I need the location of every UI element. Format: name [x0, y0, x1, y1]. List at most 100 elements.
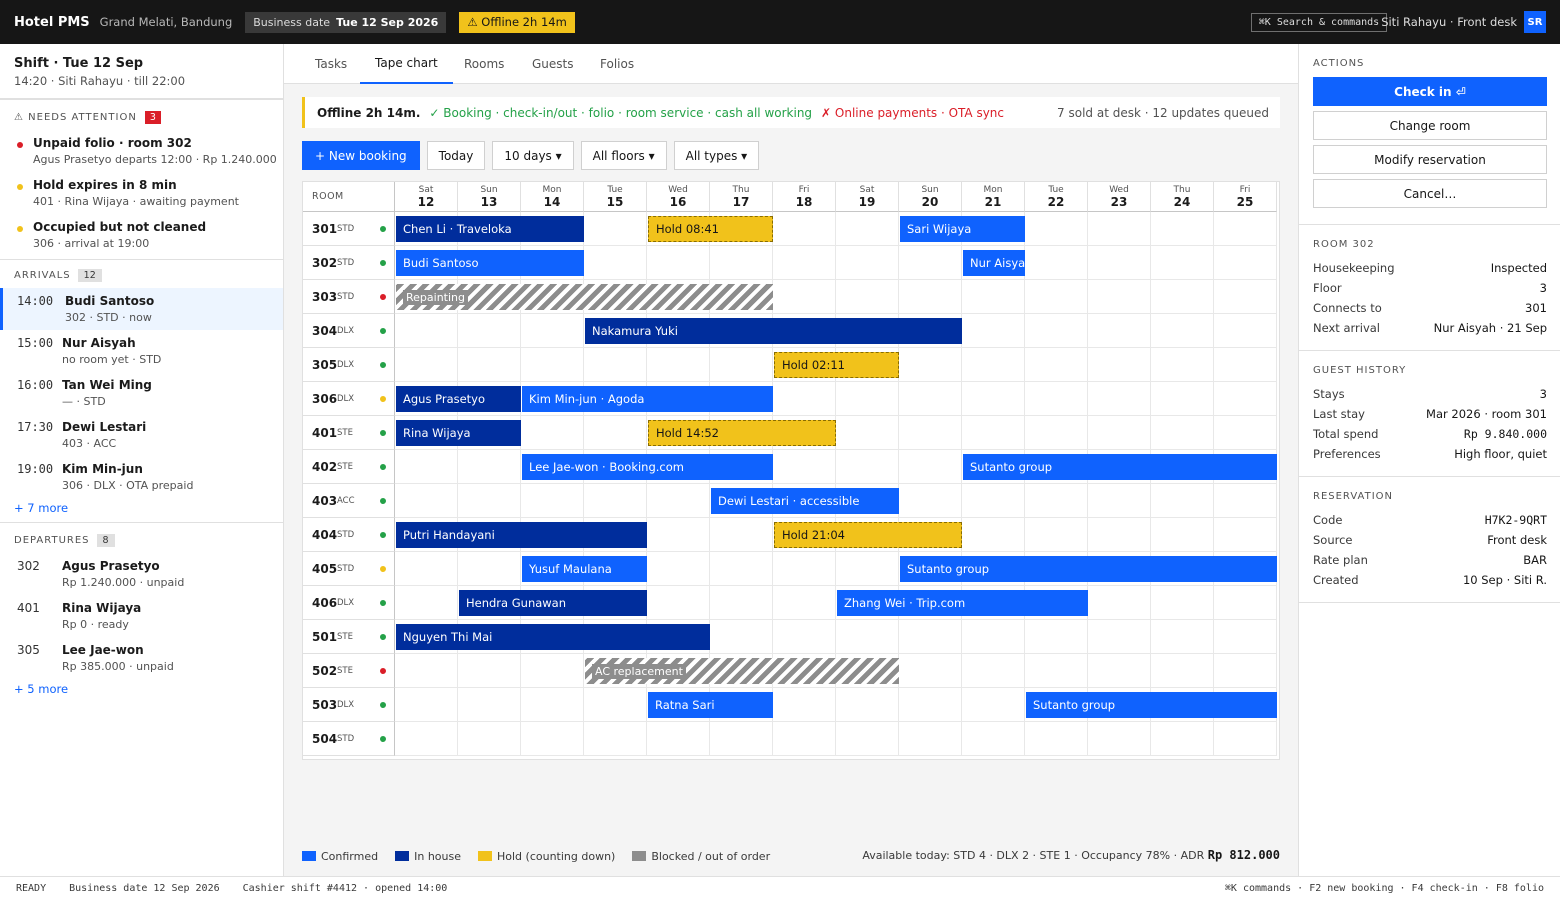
departure-item[interactable]: 401 Rina Wijaya Rp 0 · ready: [0, 595, 283, 637]
tape-cell[interactable]: [1088, 212, 1151, 246]
tape-cell[interactable]: [458, 348, 521, 382]
tape-cell[interactable]: [773, 450, 836, 484]
booking-bar-hold[interactable]: Hold 14:52: [648, 420, 836, 446]
tape-cell[interactable]: [899, 416, 962, 450]
tape-cell[interactable]: [1025, 246, 1088, 280]
room-row-header[interactable]: 301 STD: [303, 212, 395, 246]
tape-cell[interactable]: [773, 722, 836, 756]
tape-cell[interactable]: [1151, 722, 1214, 756]
tape-cell[interactable]: [899, 382, 962, 416]
command-search-button[interactable]: ⌘K Search & commands: [1251, 13, 1387, 32]
offline-status-badge[interactable]: ⚠ Offline 2h 14m: [459, 11, 575, 33]
room-row-header[interactable]: 504 STD: [303, 722, 395, 756]
tape-cell[interactable]: [710, 586, 773, 620]
tape-cell[interactable]: [1025, 654, 1088, 688]
booking-bar-inhouse[interactable]: Nguyen Thi Mai: [396, 624, 710, 650]
booking-bar-confirmed[interactable]: Sutanto group: [1026, 692, 1277, 718]
tape-cell[interactable]: [395, 654, 458, 688]
tape-cell[interactable]: [1214, 620, 1277, 654]
tape-cell[interactable]: [584, 416, 647, 450]
tape-cell[interactable]: [1151, 212, 1214, 246]
tape-cell[interactable]: [899, 620, 962, 654]
tape-cell[interactable]: [773, 246, 836, 280]
tape-cell[interactable]: [647, 246, 710, 280]
tape-cell[interactable]: [1151, 348, 1214, 382]
tape-cell[interactable]: [773, 212, 836, 246]
tape-cell[interactable]: [773, 688, 836, 722]
avatar[interactable]: SR: [1524, 11, 1546, 33]
tape-cell[interactable]: [395, 552, 458, 586]
arrival-item[interactable]: 15:00 Nur Aisyah no room yet · STD: [0, 330, 283, 372]
tape-cell[interactable]: [836, 212, 899, 246]
tape-cell[interactable]: [1151, 246, 1214, 280]
tape-cell[interactable]: [836, 722, 899, 756]
tape-cell[interactable]: [962, 416, 1025, 450]
tape-cell[interactable]: [1214, 722, 1277, 756]
tape-cell[interactable]: [1214, 280, 1277, 314]
tape-cell[interactable]: [710, 620, 773, 654]
tape-cell[interactable]: [458, 314, 521, 348]
tape-cell[interactable]: [962, 484, 1025, 518]
tape-cell[interactable]: [647, 518, 710, 552]
room-row-header[interactable]: 406 DLX: [303, 586, 395, 620]
tape-cell[interactable]: [773, 382, 836, 416]
attention-item[interactable]: Hold expires in 8 min 401 · Rina Wijaya ·…: [0, 172, 283, 214]
room-row-header[interactable]: 403 ACC: [303, 484, 395, 518]
room-row-header[interactable]: 303 STD: [303, 280, 395, 314]
tape-cell[interactable]: [1214, 586, 1277, 620]
tab-rooms[interactable]: Rooms: [464, 44, 504, 84]
attention-item[interactable]: Unpaid folio · room 302 Agus Prasetyo dep…: [0, 130, 283, 172]
tape-cell[interactable]: [1088, 586, 1151, 620]
tape-cell[interactable]: [1088, 246, 1151, 280]
tape-cell[interactable]: [395, 314, 458, 348]
tape-cell[interactable]: [773, 552, 836, 586]
tape-cell[interactable]: [584, 212, 647, 246]
tape-cell[interactable]: [1088, 348, 1151, 382]
tab-tape-chart[interactable]: Tape chart: [360, 44, 453, 84]
tape-cell[interactable]: [1025, 518, 1088, 552]
tape-cell[interactable]: [962, 654, 1025, 688]
tape-cell[interactable]: [836, 382, 899, 416]
tape-cell[interactable]: [710, 518, 773, 552]
room-row-header[interactable]: 502 STE: [303, 654, 395, 688]
departure-item[interactable]: 305 Lee Jae-won Rp 385.000 · unpaid: [0, 637, 283, 679]
departures-more-link[interactable]: + 5 more: [0, 677, 283, 701]
booking-bar-confirmed[interactable]: Sutanto group: [963, 454, 1277, 480]
tape-cell[interactable]: [899, 246, 962, 280]
tape-cell[interactable]: [584, 688, 647, 722]
tape-cell[interactable]: [773, 280, 836, 314]
user-name[interactable]: Siti Rahayu · Front desk: [1381, 15, 1517, 29]
booking-bar-inhouse[interactable]: Chen Li · Traveloka: [396, 216, 584, 242]
booking-bar-hold[interactable]: Hold 08:41: [648, 216, 773, 242]
room-type-filter-select[interactable]: All types ▾: [673, 141, 760, 170]
tape-cell[interactable]: [647, 484, 710, 518]
booking-bar-confirmed[interactable]: Kim Min-jun · Agoda: [522, 386, 773, 412]
booking-bar-hold[interactable]: Hold 02:11: [774, 352, 899, 378]
arrival-item[interactable]: 17:30 Dewi Lestari 403 · ACC: [0, 414, 283, 456]
tape-cell[interactable]: [899, 688, 962, 722]
tape-cell[interactable]: [584, 348, 647, 382]
attention-item[interactable]: Occupied but not cleaned 306 · arrival at…: [0, 214, 283, 256]
tape-cell[interactable]: [1088, 314, 1151, 348]
tape-cell[interactable]: [521, 348, 584, 382]
tape-cell[interactable]: [1214, 246, 1277, 280]
arrivals-more-link[interactable]: + 7 more: [0, 496, 283, 520]
tape-cell[interactable]: [1088, 416, 1151, 450]
arrival-item[interactable]: 14:00 Budi Santoso 302 · STD · now: [0, 288, 283, 330]
room-row-header[interactable]: 503 DLX: [303, 688, 395, 722]
tape-cell[interactable]: [773, 586, 836, 620]
tape-cell[interactable]: [962, 314, 1025, 348]
tape-cell[interactable]: [1088, 484, 1151, 518]
tape-cell[interactable]: [1088, 654, 1151, 688]
tape-cell[interactable]: [647, 348, 710, 382]
modify-reservation-button[interactable]: Modify reservation: [1313, 145, 1547, 174]
tape-cell[interactable]: [1151, 314, 1214, 348]
tape-cell[interactable]: [1214, 348, 1277, 382]
tape-cell[interactable]: [1025, 484, 1088, 518]
tape-cell[interactable]: [836, 416, 899, 450]
tape-cell[interactable]: [899, 450, 962, 484]
arrival-item[interactable]: 16:00 Tan Wei Ming — · STD: [0, 372, 283, 414]
booking-bar-inhouse[interactable]: Putri Handayani: [396, 522, 647, 548]
tape-cell[interactable]: [1025, 382, 1088, 416]
tape-cell[interactable]: [1214, 314, 1277, 348]
